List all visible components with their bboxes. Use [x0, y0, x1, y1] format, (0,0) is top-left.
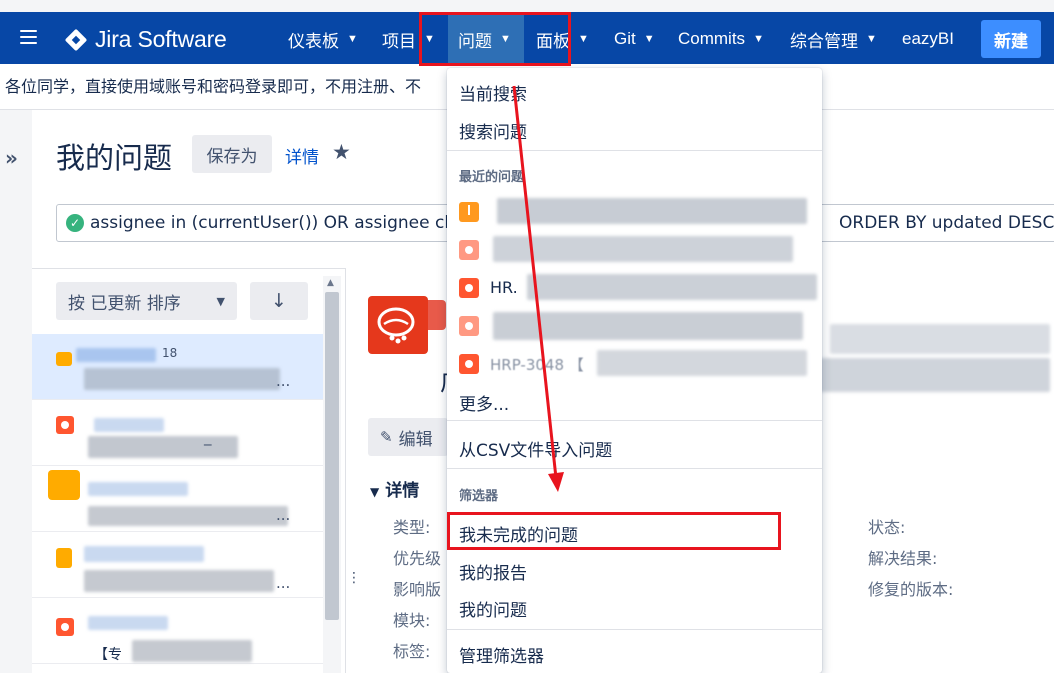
nav-eazybi[interactable]: eazyBI [892, 14, 964, 64]
sort-button[interactable]: 按 已更新 排序 ▼ [56, 282, 237, 320]
field-affects-version-label: 影响版 [393, 580, 442, 599]
project-avatar [368, 296, 428, 354]
blurred-summary [88, 506, 288, 526]
redacted-region [820, 318, 1054, 398]
bug-icon [459, 240, 479, 260]
bug-icon [459, 316, 479, 336]
jql-text: assignee in (currentUser()) OR assignee … [90, 213, 498, 233]
menu-icon[interactable] [20, 30, 37, 44]
chevron-down-icon: ▼ [216, 294, 225, 308]
field-type-label: 类型: [393, 518, 431, 537]
list-item-prefix: 【专 [94, 647, 122, 663]
chevron-down-icon: ▼ [347, 33, 358, 45]
field-status-label: 状态: [868, 518, 906, 537]
nav-admin-label: 综合管理 [790, 31, 858, 51]
bug-icon [56, 416, 74, 434]
blurred-summary [84, 570, 274, 592]
list-item-ellipsis: _ [204, 428, 212, 446]
annotation-arrow-icon [512, 85, 564, 492]
jira-logo[interactable]: Jira Software [64, 26, 227, 53]
field-fix-version-label: 修复的版本: [868, 580, 954, 599]
blurred-key [76, 348, 156, 362]
blurred-key [84, 546, 204, 562]
list-item[interactable]: _ [32, 400, 323, 466]
menu-manage-filters[interactable]: 管理筛选器 [459, 642, 544, 667]
menu-filter-reported-by-me[interactable]: 我的报告 [459, 559, 527, 584]
edit-label: 编辑 [398, 429, 433, 450]
blurred-key [94, 418, 164, 432]
list-item[interactable]: 【专 [32, 598, 323, 664]
chevron-down-icon: ▼ [643, 33, 655, 45]
sort-direction-button[interactable]: ↓ [250, 282, 308, 320]
page-title: 我的问题 [56, 141, 173, 175]
details-section-toggle[interactable]: ▼ 详情 [370, 476, 419, 501]
bug-icon [459, 354, 479, 374]
chevron-down-icon: ▼ [866, 33, 877, 45]
nav-commits[interactable]: Commits ▼ [668, 14, 774, 64]
warning-icon [459, 202, 479, 222]
blurred-key [88, 482, 188, 496]
nav-eazybi-label: eazyBI [902, 29, 954, 48]
avatar-edge [428, 300, 446, 330]
chevron-down-icon: ▼ [370, 485, 380, 499]
annotation-box-filter [447, 512, 781, 550]
valid-check-icon: ✓ [66, 214, 84, 232]
blurred-recent [527, 274, 817, 300]
story-icon [56, 548, 72, 568]
field-priority-label: 优先级 [393, 549, 442, 568]
field-resolution-label: 解决结果: [868, 549, 938, 568]
blurred-summary [132, 640, 252, 662]
expand-sidebar-icon[interactable]: » [5, 146, 18, 170]
list-item[interactable]: ... [32, 466, 323, 532]
nav-git[interactable]: Git ▼ [604, 14, 665, 64]
annotation-box-issues-menu [419, 12, 571, 66]
nav-commits-label: Commits [678, 29, 746, 48]
scrollbar-thumb[interactable] [325, 292, 339, 620]
menu-divider [447, 629, 822, 630]
product-name: Jira Software [95, 26, 227, 52]
list-item-key: 18 [162, 346, 178, 360]
chevron-down-icon: ▼ [753, 33, 764, 45]
save-as-button[interactable]: 保存为 [192, 135, 272, 173]
bug-icon [56, 618, 74, 636]
sort-label: 按 已更新 排序 [68, 293, 181, 314]
create-button[interactable]: 新建 [981, 20, 1041, 58]
filters-header: 筛选器 [459, 489, 499, 504]
bug-icon [459, 278, 479, 298]
jql-text-tail: ORDER BY updated DESC [839, 213, 1054, 233]
pencil-icon: ✎ [380, 428, 393, 446]
nav-dashboards-label: 仪表板 [288, 31, 339, 51]
scroll-up-icon[interactable]: ▲ [327, 278, 334, 288]
blurred-summary [88, 436, 238, 458]
story-icon [56, 352, 72, 366]
list-item[interactable]: ... [32, 532, 323, 598]
blurred-key [88, 616, 168, 630]
chevron-down-icon: ▼ [578, 33, 589, 45]
left-rail: » [0, 110, 32, 673]
star-icon[interactable]: ★ [332, 140, 351, 164]
blurred-summary [84, 368, 280, 390]
edit-button[interactable]: ✎ 编辑 [368, 418, 448, 456]
nav-git-label: Git [614, 29, 636, 48]
story-icon [48, 470, 80, 500]
nav-dashboards[interactable]: 仪表板 ▼ [278, 14, 368, 64]
list-item-ellipsis: ... [276, 372, 291, 390]
list-item[interactable]: 18 ... [32, 334, 323, 400]
blurred-recent [597, 350, 807, 376]
nav-projects-label: 项目 [382, 31, 416, 51]
jira-diamond-icon [64, 28, 88, 52]
menu-filter-my-issues[interactable]: 我的问题 [459, 596, 527, 621]
nav-admin[interactable]: 综合管理 ▼ [780, 14, 887, 64]
section-label: 详情 [385, 481, 420, 501]
list-item-ellipsis: ... [276, 574, 291, 592]
list-item-ellipsis: ... [276, 506, 291, 524]
field-components-label: 模块: [393, 611, 431, 630]
project-avatar-icon [377, 307, 415, 344]
browser-strip [0, 0, 1054, 12]
details-link[interactable]: 详情 [285, 143, 319, 168]
field-labels-label: 标签: [393, 642, 431, 661]
resize-handle-icon[interactable]: ⋮ [347, 570, 361, 586]
